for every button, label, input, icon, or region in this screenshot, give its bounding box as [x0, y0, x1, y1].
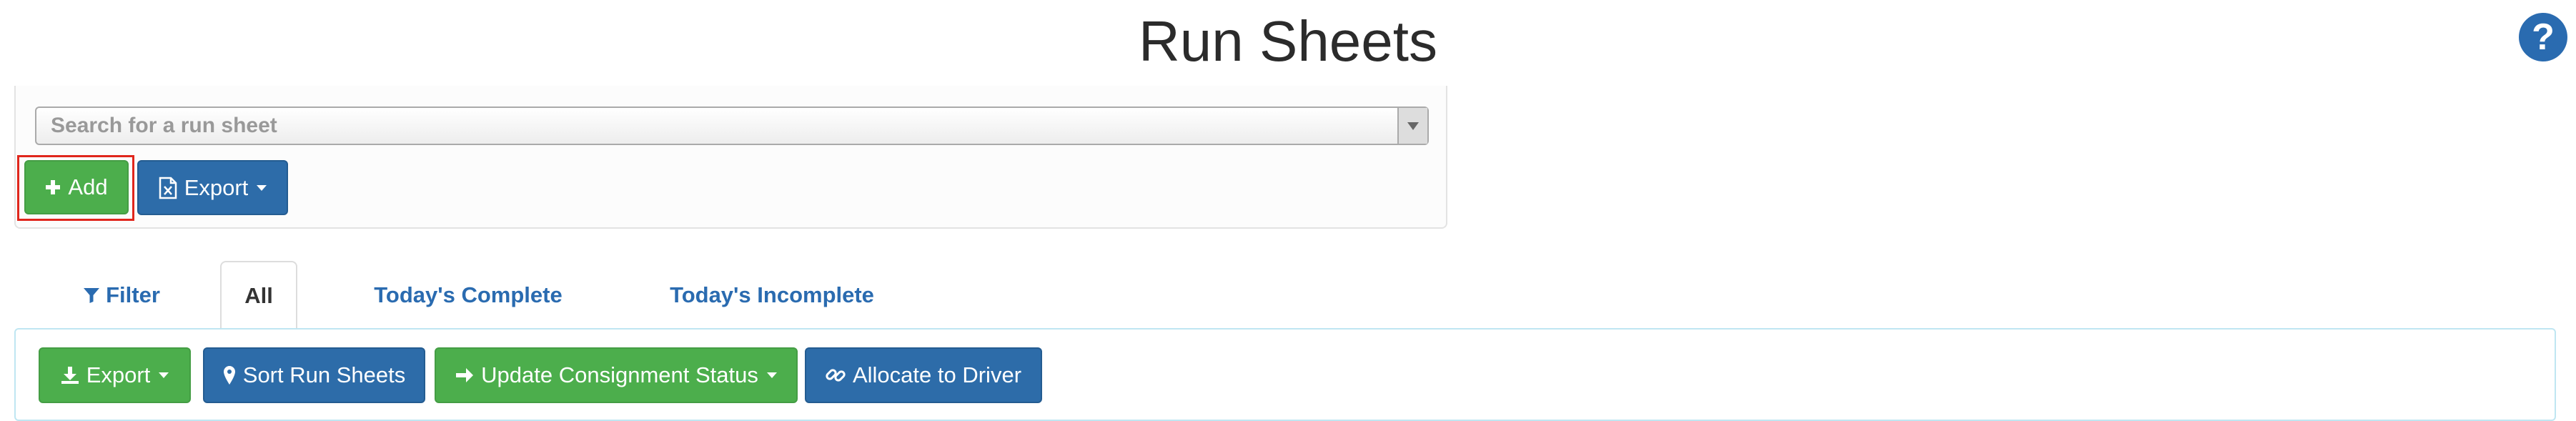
tab-bar: Filter All Today's Complete Today's Inco… — [14, 261, 2559, 329]
caret-down-icon — [257, 184, 267, 191]
tab-filter[interactable]: Filter — [57, 261, 186, 329]
sort-run-sheets-label: Sort Run Sheets — [242, 362, 406, 387]
download-icon — [61, 366, 79, 385]
export-button-label: Export — [184, 174, 249, 200]
tab-todays-incomplete-label: Today's Incomplete — [670, 282, 874, 307]
help-icon[interactable]: ? — [2519, 13, 2567, 61]
sort-run-sheets-button[interactable]: Sort Run Sheets — [203, 347, 425, 403]
chevron-down-icon[interactable] — [1397, 108, 1427, 144]
tab-todays-complete[interactable]: Today's Complete — [350, 261, 586, 329]
search-select[interactable]: Search for a run sheet — [35, 107, 1429, 145]
file-excel-icon — [159, 177, 177, 199]
highlight-box — [17, 155, 134, 221]
tab-all[interactable]: All — [220, 261, 297, 329]
caret-down-icon — [766, 372, 777, 378]
update-consignment-status-label: Update Consignment Status — [481, 362, 758, 387]
allocate-to-driver-label: Allocate to Driver — [852, 362, 1022, 387]
page-title: Run Sheets — [1138, 9, 1438, 73]
tab-todays-incomplete[interactable]: Today's Incomplete — [629, 261, 915, 329]
caret-down-icon — [159, 372, 169, 378]
link-icon — [826, 365, 846, 385]
arrow-right-icon — [455, 367, 474, 384]
tab-all-label: All — [244, 282, 273, 308]
export-dropdown-button[interactable]: Export — [137, 160, 288, 215]
tab-todays-complete-label: Today's Complete — [374, 282, 563, 307]
toolbar-export-label: Export — [86, 362, 151, 387]
tab-filter-label: Filter — [106, 282, 160, 307]
search-placeholder[interactable]: Search for a run sheet — [51, 108, 277, 144]
filter-icon — [83, 287, 100, 304]
update-consignment-status-button[interactable]: Update Consignment Status — [435, 347, 798, 403]
map-marker-icon — [223, 365, 236, 385]
toolbar-export-button[interactable]: Export — [39, 347, 191, 403]
allocate-to-driver-button[interactable]: Allocate to Driver — [805, 347, 1042, 403]
